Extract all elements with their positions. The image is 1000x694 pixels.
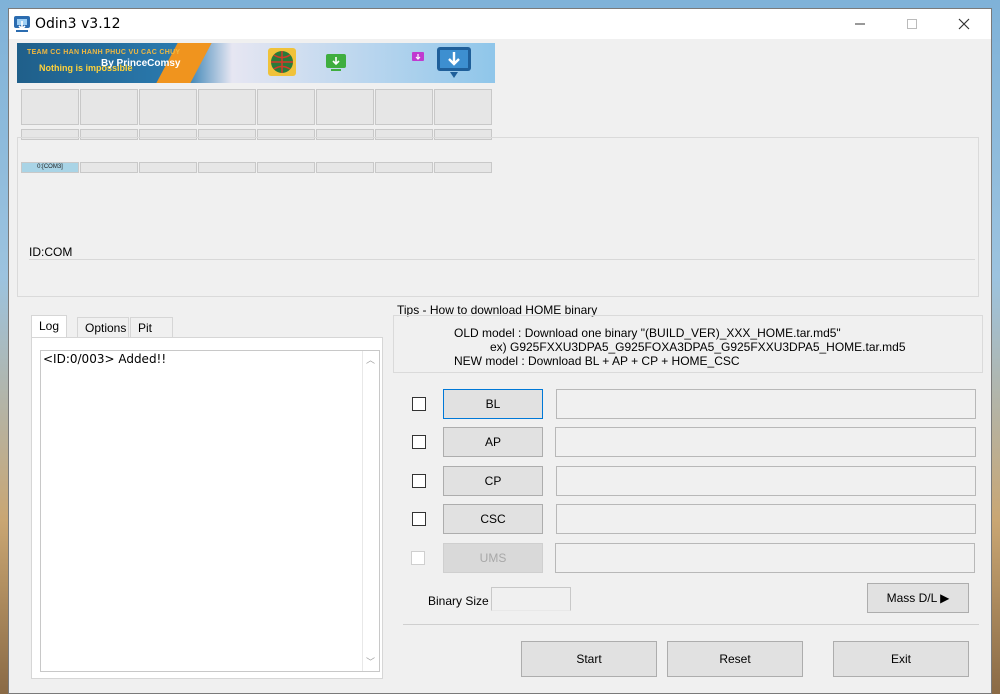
com-port-label: 0:[COM3]: [37, 164, 63, 170]
title-bar[interactable]: Odin3 v3.12: [9, 9, 991, 39]
log-textarea[interactable]: <ID:0/003> Added!! ︿ ﹀: [40, 350, 380, 672]
tips-group: Tips - How to download HOME binary OLD m…: [393, 303, 985, 375]
port-progress-5: [257, 89, 315, 125]
minimize-icon: [855, 23, 865, 25]
log-entry: <ID:0/003> Added!!: [43, 352, 167, 366]
port-progress-3: [139, 89, 197, 125]
binary-size-label: Binary Size: [428, 594, 489, 608]
ap-path-field[interactable]: [555, 427, 976, 457]
com-port-slot-5: [257, 162, 315, 173]
port-progress-2: [80, 89, 138, 125]
tab-pit[interactable]: Pit: [130, 317, 173, 337]
globe-icon: [268, 48, 296, 76]
log-tab-body: <ID:0/003> Added!! ︿ ﹀: [31, 337, 383, 679]
com-port-slot-3: [139, 162, 197, 173]
port-progress-7: [375, 89, 433, 125]
mass-dl-button[interactable]: Mass D/L ▶: [867, 583, 969, 613]
download-large-icon: [437, 47, 471, 78]
download-icon: [326, 54, 346, 71]
tips-example: ex) G925FXXU3DPA5_G925FOXA3DPA5_G925FXXU…: [490, 340, 906, 354]
tips-old-model: OLD model : Download one binary "(BUILD_…: [454, 326, 841, 340]
log-scrollbar[interactable]: ︿ ﹀: [362, 351, 379, 671]
port-status-area: 0:[COM3] ID:COM: [17, 89, 979, 297]
bl-path-field[interactable]: [556, 389, 976, 419]
com-port-slot-4: [198, 162, 256, 173]
csc-checkbox[interactable]: [412, 512, 426, 526]
com-port-slot-7: [375, 162, 433, 173]
port-progress-6: [316, 89, 374, 125]
id-com-divider: [29, 259, 975, 260]
tab-options[interactable]: Options: [77, 317, 129, 337]
scroll-down-icon[interactable]: ﹀: [366, 655, 375, 668]
ums-checkbox[interactable]: [411, 551, 425, 565]
download-small-icon: [412, 52, 424, 61]
bl-button[interactable]: BL: [443, 389, 543, 419]
csc-path-field[interactable]: [556, 504, 976, 534]
ums-path-field[interactable]: [555, 543, 975, 573]
window-title: Odin3 v3.12: [35, 16, 121, 32]
maximize-button[interactable]: [889, 9, 935, 39]
port-progress-1: [21, 89, 79, 125]
bl-checkbox[interactable]: [412, 397, 426, 411]
com-port-slot-1: 0:[COM3]: [21, 162, 79, 173]
log-tab-panel: Log Options Pit <ID:0/003> Added!! ︿ ﹀: [31, 315, 383, 679]
banner-team-text: TEAM CC HAN HANH PHUC VU CAC CHUY: [27, 49, 181, 56]
id-com-label: ID:COM: [29, 245, 73, 259]
tab-log[interactable]: Log: [31, 315, 68, 338]
close-icon: [958, 18, 970, 30]
ap-button[interactable]: AP: [443, 427, 543, 457]
exit-button[interactable]: Exit: [833, 641, 969, 677]
odin-window: Odin3 v3.12 TEAM CC HAN HANH PHUC VU CAC…: [8, 8, 992, 694]
com-port-slot-2: [80, 162, 138, 173]
port-progress-8: [434, 89, 492, 125]
cp-checkbox[interactable]: [412, 474, 426, 488]
tips-new-model: NEW model : Download BL + AP + CP + HOME…: [454, 354, 740, 368]
odin-app-icon: [14, 16, 30, 32]
close-button[interactable]: [941, 9, 987, 39]
maximize-icon: [907, 19, 917, 29]
ap-checkbox[interactable]: [412, 435, 426, 449]
port-progress-4: [198, 89, 256, 125]
promo-banner: TEAM CC HAN HANH PHUC VU CAC CHUY Nothin…: [17, 43, 495, 83]
cp-path-field[interactable]: [556, 466, 976, 496]
scroll-up-icon[interactable]: ︿: [366, 353, 375, 366]
minimize-button[interactable]: [837, 9, 883, 39]
reset-button[interactable]: Reset: [667, 641, 803, 677]
csc-button[interactable]: CSC: [443, 504, 543, 534]
banner-author: By PrinceComsy: [101, 58, 181, 69]
cp-button[interactable]: CP: [443, 466, 543, 496]
ums-button[interactable]: UMS: [443, 543, 543, 573]
tips-box: OLD model : Download one binary "(BUILD_…: [393, 315, 983, 373]
start-button[interactable]: Start: [521, 641, 657, 677]
id-com-group: [17, 137, 979, 297]
com-port-slot-8: [434, 162, 492, 173]
action-separator: [403, 624, 979, 625]
binary-size-field: [491, 587, 571, 611]
com-port-slot-6: [316, 162, 374, 173]
